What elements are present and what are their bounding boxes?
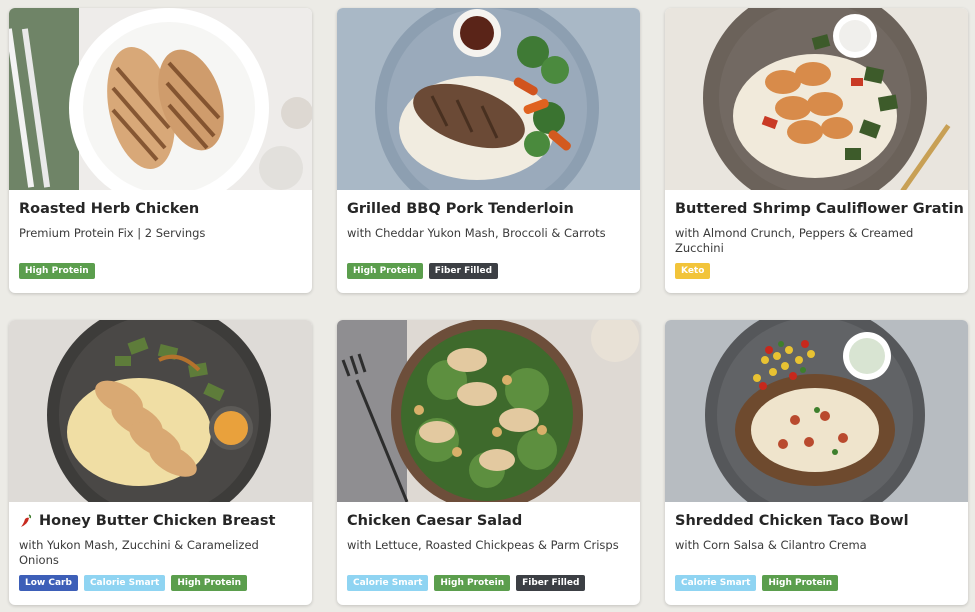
tag-fiber-filled: Fiber Filled <box>428 263 499 279</box>
meal-subtitle: with Cheddar Yukon Mash, Broccoli & Carr… <box>347 226 606 240</box>
meal-title: Chicken Caesar Salad <box>347 513 523 529</box>
roasted-herb-chicken-photo <box>9 8 312 190</box>
meal-image <box>665 320 968 502</box>
buttered-shrimp-photo <box>665 8 968 190</box>
meal-card[interactable]: Roasted Herb Chicken Premium Protein Fix… <box>9 8 312 293</box>
tag-high-protein: High Protein <box>19 263 95 279</box>
meal-title: Shredded Chicken Taco Bowl <box>675 513 909 529</box>
meal-card[interactable]: Shredded Chicken Taco Bowl with Corn Sal… <box>665 320 968 605</box>
meal-card[interactable]: Chicken Caesar Salad with Lettuce, Roast… <box>337 320 640 605</box>
meal-subtitle: with Corn Salsa & Cilantro Crema <box>675 538 867 552</box>
grilled-bbq-pork-photo <box>337 8 640 190</box>
meal-subtitle: with Lettuce, Roasted Chickpeas & Parm C… <box>347 538 619 552</box>
meal-subtitle: Premium Protein Fix | 2 Servings <box>19 226 206 240</box>
meal-card[interactable]: Buttered Shrimp Cauliflower Gratin with … <box>665 8 968 293</box>
tag-high-protein: High Protein <box>171 575 248 591</box>
tag-fiber-filled: Fiber Filled <box>516 575 586 591</box>
honey-butter-chicken-photo <box>9 320 312 502</box>
meal-tags: Calorie Smart High Protein <box>675 575 839 591</box>
meal-card[interactable]: Grilled BBQ Pork Tenderloin with Cheddar… <box>337 8 640 293</box>
tag-calorie-smart: Calorie Smart <box>347 575 429 591</box>
meal-title: Grilled BBQ Pork Tenderloin <box>347 201 574 217</box>
meal-image <box>337 8 640 190</box>
tag-calorie-smart: Calorie Smart <box>83 575 166 591</box>
meal-image <box>9 8 312 190</box>
spicy-pepper-icon <box>21 514 32 527</box>
meal-image <box>9 320 312 502</box>
shredded-chicken-taco-photo <box>665 320 968 502</box>
tag-high-protein: High Protein <box>434 575 511 591</box>
meal-tags: Calorie Smart High Protein Fiber Filled <box>347 575 586 591</box>
tag-high-protein: High Protein <box>762 575 839 591</box>
meal-tags: Keto <box>675 263 711 279</box>
meal-tags: High Protein <box>19 263 95 279</box>
meal-tags: High Protein Fiber Filled <box>347 263 499 279</box>
meal-tags: Low Carb Calorie Smart High Protein <box>19 575 248 591</box>
tag-keto: Keto <box>675 263 711 279</box>
chicken-caesar-salad-photo <box>337 320 640 502</box>
meal-title: Honey Butter Chicken Breast <box>19 513 309 529</box>
meal-card[interactable]: Honey Butter Chicken Breast with Yukon M… <box>9 320 312 605</box>
tag-low-carb: Low Carb <box>19 575 78 591</box>
meal-title: Roasted Herb Chicken <box>19 201 200 217</box>
meal-title: Buttered Shrimp Cauliflower Gratin <box>675 201 964 217</box>
meal-grid: Roasted Herb Chicken Premium Protein Fix… <box>0 0 975 612</box>
meal-subtitle: with Yukon Mash, Zucchini & Caramelized … <box>19 538 259 567</box>
tag-calorie-smart: Calorie Smart <box>675 575 757 591</box>
meal-image <box>337 320 640 502</box>
tag-high-protein: High Protein <box>347 263 423 279</box>
meal-image <box>665 8 968 190</box>
meal-subtitle: with Almond Crunch, Peppers & Creamed Zu… <box>675 226 914 255</box>
